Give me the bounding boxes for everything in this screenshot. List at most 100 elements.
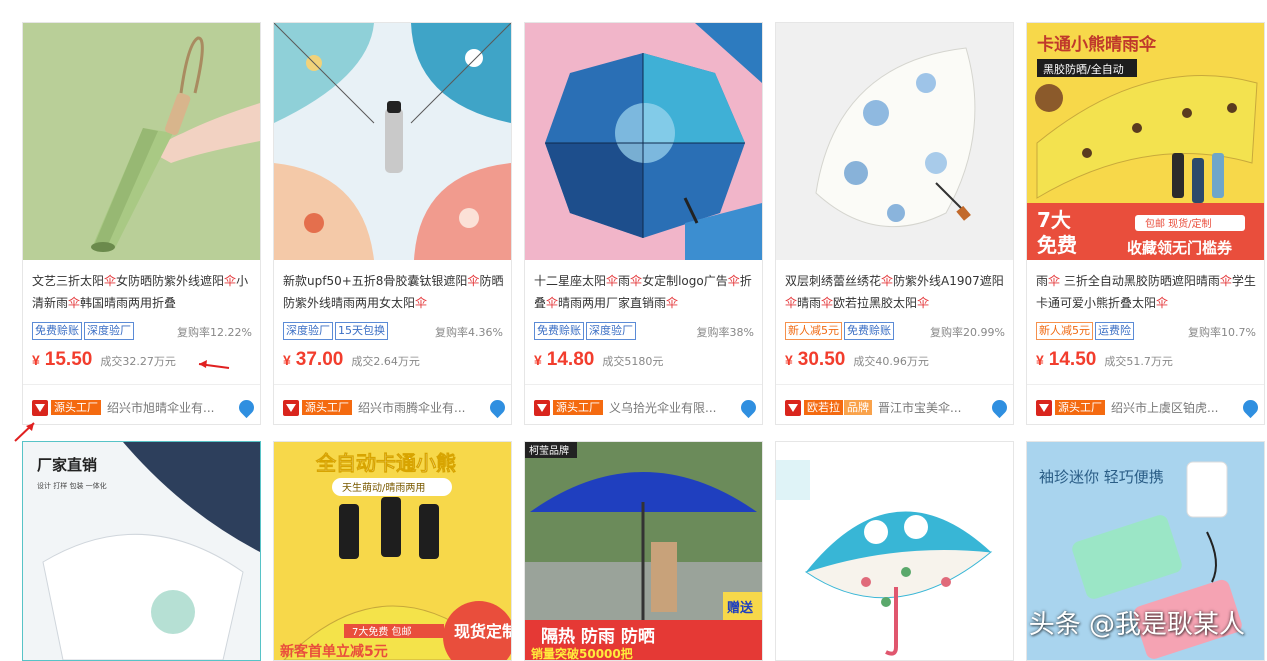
price: ¥15.50 [32, 349, 93, 370]
tag-shipping-insurance: 运费险 [1095, 322, 1134, 340]
strip-shipping: 包邮 现货/定制 [1145, 217, 1212, 230]
supplier-row[interactable]: 源头工厂 绍兴市雨腾伞业有... [283, 396, 509, 419]
deal-volume: 成交2.64万元 [351, 355, 420, 368]
product-grid: 文艺三折太阳伞女防晒防紫外线遮阳伞小清新雨伞韩国晴雨两用折叠 免费赊账 深度验厂… [0, 0, 1267, 661]
product-card-8[interactable]: 柯莹品牌 隔热 防雨 防晒 销量突破50000把 赠送 [524, 441, 763, 661]
product-title-5[interactable]: 雨伞 三折全自动黑胶防晒遮阳晴雨伞学生卡通可爱小熊折叠太阳伞 [1036, 270, 1258, 314]
product-card-2[interactable]: 新款upf50+五折8骨胶囊钛银遮阳伞防晒防紫外线晴雨两用女太阳伞 深度验厂 1… [273, 22, 512, 425]
free-badge-bottom: 免费 [1037, 233, 1077, 257]
repurchase-rate: 复购率10.7% [1188, 326, 1256, 339]
chat-icon[interactable] [486, 396, 509, 419]
product-image-3[interactable] [525, 23, 762, 260]
price: ¥30.50 [785, 349, 846, 370]
source-factory-badge: 源头工厂 [51, 400, 101, 415]
supplier-name-link[interactable]: 绍兴市上虞区铂虎... [1111, 399, 1239, 416]
chat-icon[interactable] [235, 396, 258, 419]
source-factory-badge: 源头工厂 [302, 400, 352, 415]
deal-volume: 成交5180元 [602, 355, 664, 368]
supplier-row[interactable]: 源头工厂 绍兴市旭晴伞业有... [32, 396, 258, 419]
gift-tag: 赠送 [727, 600, 754, 616]
product-image-8[interactable]: 柯莹品牌 隔热 防雨 防晒 销量突破50000把 赠送 [525, 442, 762, 660]
strip-coupon: 收藏领无门槛券 [1127, 239, 1233, 257]
divider [776, 384, 1013, 385]
product-title-4[interactable]: 双层刺绣蕾丝绣花伞防紫外线A1907遮阳伞晴雨伞欧若拉黑胶太阳伞 [785, 270, 1007, 314]
sales-claim: 销量突破50000把 [531, 646, 633, 660]
product-card-9[interactable] [775, 441, 1014, 661]
brand-badge: 欧若拉 [804, 400, 843, 415]
product-card-3[interactable]: 十二星座太阳伞雨伞女定制logo广告伞折叠伞晴雨两用厂家直销雨伞 免费赊账 深度… [524, 22, 763, 425]
deal-volume: 成交40.96万元 [853, 355, 929, 368]
shield-icon [534, 399, 550, 416]
supplier-row[interactable]: 源头工厂 绍兴市上虞区铂虎... [1036, 396, 1262, 419]
chat-icon[interactable] [737, 396, 760, 419]
product-title-3[interactable]: 十二星座太阳伞雨伞女定制logo广告伞折叠伞晴雨两用厂家直销雨伞 [534, 270, 756, 314]
tag-free-credit: 免费赊账 [32, 322, 82, 340]
banner-title: 厂家直销 [37, 456, 97, 474]
supplier-name-link[interactable]: 绍兴市雨腾伞业有... [358, 399, 486, 416]
shield-icon [1036, 399, 1052, 416]
deal-volume: 成交32.27万元 [100, 355, 176, 368]
service-tags: 免费赊账 深度验厂 [534, 322, 636, 340]
tag-free-credit: 免费赊账 [534, 322, 584, 340]
watermark: 头条 @我是耿某人 [1028, 610, 1245, 640]
banner-free-shipping: 7大免费 包邮 [352, 625, 412, 638]
chat-icon[interactable] [988, 396, 1011, 419]
source-factory-badge: 源头工厂 [553, 400, 603, 415]
shield-icon [32, 399, 48, 416]
shield-icon [283, 399, 299, 416]
divider [525, 384, 762, 385]
product-image-5[interactable]: 卡通小熊晴雨伞 黑胶防晒/全自动 7大 免费 包邮 现货/定制 收藏领无门槛券 [1027, 23, 1264, 260]
price: ¥14.80 [534, 349, 595, 370]
product-title-2[interactable]: 新款upf50+五折8骨胶囊钛银遮阳伞防晒防紫外线晴雨两用女太阳伞 [283, 270, 505, 314]
annotation-arrow-price [198, 360, 230, 369]
tag-verified-factory: 深度验厂 [586, 322, 636, 340]
price-row: ¥14.80 成交5180元 [534, 349, 663, 371]
tag-free-credit: 免费赊账 [844, 322, 894, 340]
product-card-6[interactable]: 厂家直销 设计 打样 包装 一体化 [22, 441, 261, 661]
product-card-4[interactable]: 双层刺绣蕾丝绣花伞防紫外线A1907遮阳伞晴雨伞欧若拉黑胶太阳伞 新人减5元 免… [775, 22, 1014, 425]
product-image-7[interactable]: 全自动卡通小熊 天生萌动/晴雨两用 7大免费 包邮 新客首单立减5元 现货定制 [274, 442, 511, 660]
price: ¥14.50 [1036, 349, 1097, 370]
slogan: 袖珍迷你 轻巧便携 [1039, 468, 1164, 486]
divider [274, 384, 511, 385]
product-image-1[interactable] [23, 23, 260, 260]
stamp-in-stock: 现货定制 [454, 622, 511, 641]
free-badge-top: 7大 [1037, 208, 1071, 232]
slogan: 隔热 防雨 防晒 [541, 626, 655, 647]
chat-icon[interactable] [1239, 396, 1262, 419]
banner-discount: 新客首单立减5元 [280, 643, 388, 660]
banner-subtitle: 天生萌动/晴雨两用 [342, 481, 425, 494]
tag-15-day-exchange: 15天包换 [335, 322, 388, 340]
service-tags: 新人减5元 免费赊账 [785, 322, 894, 340]
supplier-name-link[interactable]: 绍兴市旭晴伞业有... [107, 399, 235, 416]
product-image-2[interactable] [274, 23, 511, 260]
banner-subtitle: 设计 打样 包装 一体化 [37, 481, 107, 490]
supplier-row[interactable]: 欧若拉 品牌 晋江市宝美伞... [785, 396, 1011, 419]
repurchase-rate: 复购率20.99% [930, 326, 1005, 339]
source-factory-badge: 源头工厂 [1055, 400, 1105, 415]
product-image-4[interactable] [776, 23, 1013, 260]
price-row: ¥37.00 成交2.64万元 [283, 349, 420, 371]
supplier-name-link[interactable]: 义乌拾光伞业有限... [609, 399, 737, 416]
service-tags: 新人减5元 运费险 [1036, 322, 1134, 340]
tag-new-user-discount: 新人减5元 [1036, 322, 1093, 340]
price-row: ¥30.50 成交40.96万元 [785, 349, 929, 371]
tag-verified-factory: 深度验厂 [84, 322, 134, 340]
product-title-1[interactable]: 文艺三折太阳伞女防晒防紫外线遮阳伞小清新雨伞韩国晴雨两用折叠 [32, 270, 254, 314]
tag-new-user-discount: 新人减5元 [785, 322, 842, 340]
product-image-6[interactable]: 厂家直销 设计 打样 包装 一体化 [23, 442, 260, 660]
service-tags: 深度验厂 15天包换 [283, 322, 388, 340]
price-row: ¥14.50 成交51.7万元 [1036, 349, 1173, 371]
product-card-7[interactable]: 全自动卡通小熊 天生萌动/晴雨两用 7大免费 包邮 新客首单立减5元 现货定制 [273, 441, 512, 661]
product-image-9[interactable] [776, 442, 1013, 660]
divider [23, 384, 260, 385]
product-card-5[interactable]: 卡通小熊晴雨伞 黑胶防晒/全自动 7大 免费 包邮 现货/定制 收藏领无门槛券 … [1026, 22, 1265, 425]
supplier-name-link[interactable]: 晋江市宝美伞... [878, 399, 988, 416]
repurchase-rate: 复购率12.22% [177, 326, 252, 339]
supplier-row[interactable]: 源头工厂 义乌拾光伞业有限... [534, 396, 760, 419]
repurchase-rate: 复购率4.36% [435, 326, 503, 339]
banner-subtitle: 黑胶防晒/全自动 [1043, 62, 1124, 76]
deal-volume: 成交51.7万元 [1104, 355, 1173, 368]
banner-title: 全自动卡通小熊 [315, 451, 456, 475]
shield-icon [785, 399, 801, 416]
